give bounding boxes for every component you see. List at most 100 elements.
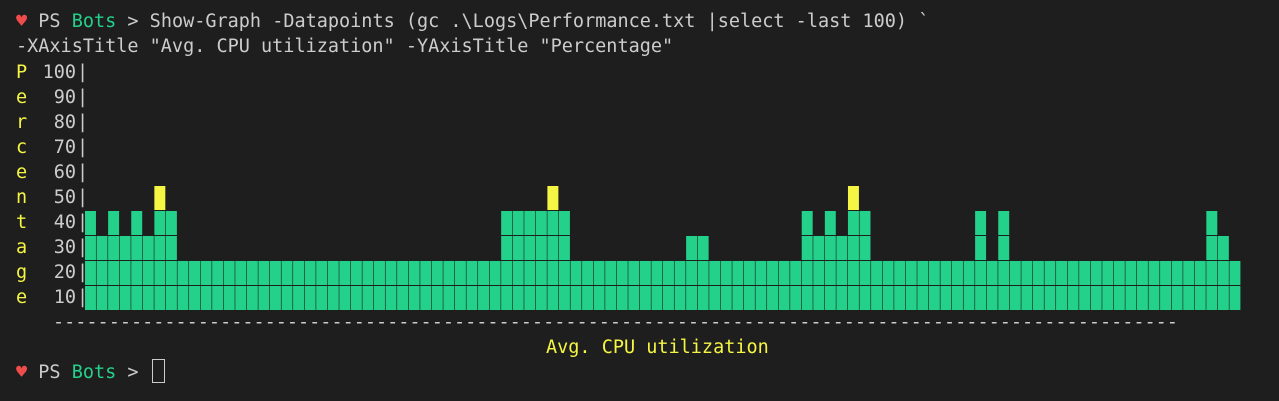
bar [1136,261,1148,310]
bar [108,211,120,310]
bar [686,236,698,310]
bar-cell [1217,286,1229,310]
bar-cell [154,236,166,260]
bar [1148,261,1160,310]
bar-cell [743,286,755,310]
bar [212,261,224,310]
bar [454,261,466,310]
bar-cell [1044,261,1056,285]
bar-cell [847,261,859,285]
bar-cell [454,286,466,310]
bar [558,211,570,310]
bar [940,261,952,310]
bar [813,236,825,310]
bar-cell [917,261,929,285]
bar [616,261,628,310]
bar-cell [96,236,108,260]
bar-cell [1217,261,1229,285]
bar-cell [269,261,281,285]
bar-cell [986,286,998,310]
bar-cell [628,261,640,285]
bar-cell [905,261,917,285]
bar-cell [512,261,524,285]
bar-cell [281,286,293,310]
bar [281,261,293,310]
bar-cell [1125,286,1137,310]
bar-cell [686,286,698,310]
text-cursor[interactable] [151,359,165,383]
bar-cell [1067,286,1079,310]
bar-cell [454,261,466,285]
bar [836,236,848,310]
bar-cell [998,261,1010,285]
bar-cell [836,261,848,285]
bar [605,261,617,310]
bar [732,261,744,310]
x-axis-baseline: ----------------------------------------… [53,312,1178,333]
bar-cell [200,261,212,285]
bar-cell [963,286,975,310]
bar-cell [177,261,189,285]
bar-cell [85,211,96,235]
bar-cell [663,261,674,285]
bar-cell [616,261,628,285]
bar-cell [1206,211,1218,235]
bar-cell [547,286,559,310]
bar-cell [743,261,755,285]
bar-cell [512,286,524,310]
bar-cell [975,236,987,260]
bar-cell [350,286,362,310]
bar-cell [327,286,339,310]
bar-cell [628,286,640,310]
bar-cell [142,236,154,260]
bar-cell [847,236,859,260]
bar [1009,261,1021,310]
bar-cell [501,211,513,235]
bar-cell [108,236,120,260]
bar-cell [200,286,212,310]
bar-cell [1113,261,1125,285]
bar-cell [1079,261,1091,285]
bar-cell [732,261,744,285]
bar-cell [108,286,120,310]
bar-cell [1171,286,1183,310]
bar-cell [697,261,709,285]
bar-cell [108,261,120,285]
bar-cell [316,261,328,285]
bar-cell [1206,286,1218,310]
bar-cell [651,286,663,310]
bar-cell [478,286,489,310]
prompt-arrow: > [116,362,139,383]
bar-cell [1160,261,1172,285]
bar-cell [940,261,952,285]
bar-cell [293,261,305,285]
prompt-ps: PS [38,362,72,383]
bar-cell [616,286,628,310]
bar-cell [1032,286,1044,310]
bar [1044,261,1056,310]
bar-cell [119,236,131,260]
bar-cell [917,286,929,310]
bar-cell [558,286,570,310]
bar-cell [443,261,455,285]
bar-cell [697,286,709,310]
bar-cell [466,261,478,285]
bar [570,261,582,310]
bar-cell [928,286,940,310]
bar-cell [223,286,235,310]
bar-cell [859,236,871,260]
bar-cell [1102,286,1114,310]
bar-cell [258,286,270,310]
bar-cell [177,286,189,310]
bar [293,261,305,310]
bar [859,211,871,310]
bar-cell [570,286,582,310]
bar-cell [778,261,790,285]
bar [385,261,397,310]
bar [154,186,166,310]
bar-cell [165,211,177,235]
bar-cell [408,261,420,285]
bar-cell [547,211,559,235]
bar-cell [408,286,420,310]
bar-cell [246,286,258,310]
